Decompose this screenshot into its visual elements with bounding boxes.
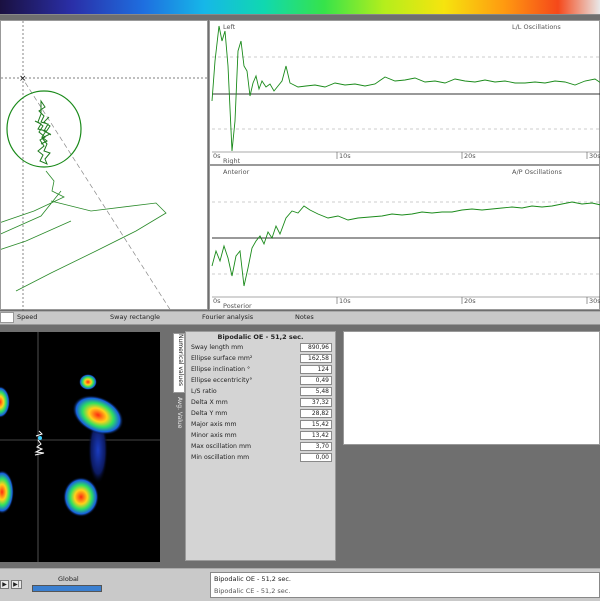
pressure-heatmap-svg [0,332,160,562]
analysis-tab-bar: Speed Sway rectangle Fourier analysis No… [0,311,600,325]
metric-label: Min oscillation mm [191,454,250,461]
tab-fourier-analysis[interactable]: Fourier analysis [202,313,253,321]
tick-label-10: 10s [339,297,351,305]
metric-value: 28,82 [300,409,332,418]
crosshair-marker: × [19,74,27,84]
tick-label-20: 20s [464,297,476,305]
global-progress-bar[interactable] [32,585,102,592]
metric-value: 37,32 [300,398,332,407]
statokinesigram-plot: × [0,20,209,312]
pressure-zone-toe [79,374,97,390]
metric-label: Delta Y mm [191,410,228,417]
metric-label: Delta X mm [191,399,228,406]
numerical-panel-title: Bipodalic OE - 51,2 sec. [217,333,304,341]
metric-row: Minor axis mm 13,42 [190,431,332,441]
cop-marker [38,436,42,440]
metric-value: 890,96 [300,343,332,352]
tab-avg-value[interactable]: Avg. Value [173,397,183,428]
pressure-zone-forefoot-left [0,386,10,418]
metric-row: Max oscillation mm 3,70 [190,442,332,452]
metric-value: 162,58 [300,354,332,363]
metric-label: L/S ratio [191,388,217,395]
tab-speed[interactable]: Speed [17,313,37,321]
metric-label: Minor axis mm [191,432,237,439]
tick-label-30: 30s [589,152,600,160]
sway-trace-outliers [0,170,167,292]
metric-row: Delta X mm 37,32 [190,398,332,408]
ap-oscillation-trace [211,201,600,287]
metric-row: Major axis mm 15,42 [190,420,332,430]
metric-row: Min oscillation mm 0,00 [190,453,332,463]
tab-sway-rectangle[interactable]: Sway rectangle [110,313,160,321]
metric-value: 0,49 [300,376,332,385]
play-button[interactable]: ▶ [0,580,9,589]
metric-label: Ellipse inclination ° [191,366,251,373]
tick-label-0: 0s [213,152,221,160]
metric-value: 124 [300,365,332,374]
sway-ellipse [6,90,82,168]
tab-active-blank[interactable] [0,312,14,323]
metric-value: 15,42 [300,420,332,429]
metric-label: Ellipse eccentricity° [191,377,253,384]
cop-trace [34,430,45,456]
metric-value: 3,70 [300,442,332,451]
metric-row: Ellipse surface mm² 162,58 [190,354,332,364]
tab-notes[interactable]: Notes [295,313,314,321]
tab-numerical-values[interactable]: Numerical values [173,333,185,393]
metric-value: 5,48 [300,387,332,396]
metric-label: Ellipse surface mm² [191,355,253,362]
ap-oscillation-chart: Anterior A/P Oscillations Posterior 0s 1… [209,165,600,310]
ap-oscillation-svg [211,201,600,304]
side-tabs: Numerical values Avg. Value [173,333,185,433]
tick-label-20: 20s [464,152,476,160]
metric-label: Max oscillation mm [191,443,251,450]
metric-label: Major axis mm [191,421,237,428]
ellipse-axis-line [20,75,172,312]
statokinesigram-svg: × [0,21,209,312]
color-scale-bar [0,0,600,15]
tick-label-10: 10s [339,152,351,160]
metric-row: Delta Y mm 28,82 [190,409,332,419]
pressure-zone-heel-right [63,477,99,517]
metric-row: Sway length mm 890,96 [190,343,332,353]
lr-oscillation-svg [211,25,600,159]
lr-oscillation-chart: Left L/L Oscillations Right 0s 10s 20s 3… [209,20,600,165]
record-list[interactable]: Bipodalic OE - 51,2 sec. Bipodalic CE - … [210,572,600,598]
skip-end-button[interactable]: ▶| [11,580,22,589]
global-label: Global [58,575,79,583]
notes-display-panel [343,331,600,445]
record-item[interactable]: Bipodalic CE - 51,2 sec. [214,587,290,595]
metric-value: 0,00 [300,453,332,462]
tick-label-0: 0s [213,297,221,305]
numerical-values-panel: Bipodalic OE - 51,2 sec. Sway length mm 8… [185,331,336,561]
metric-row: L/S ratio 5,48 [190,387,332,397]
metric-row: Ellipse eccentricity° 0,49 [190,376,332,386]
metric-label: Sway length mm [191,344,244,351]
metric-row: Ellipse inclination ° 124 [190,365,332,375]
metric-value: 13,42 [300,431,332,440]
pressure-zone-heel-left [0,470,14,514]
lr-oscillation-trace [211,25,600,152]
record-item[interactable]: Bipodalic OE - 51,2 sec. [214,575,291,583]
pressure-heatmap [0,332,160,562]
tick-label-30: 30s [589,297,600,305]
